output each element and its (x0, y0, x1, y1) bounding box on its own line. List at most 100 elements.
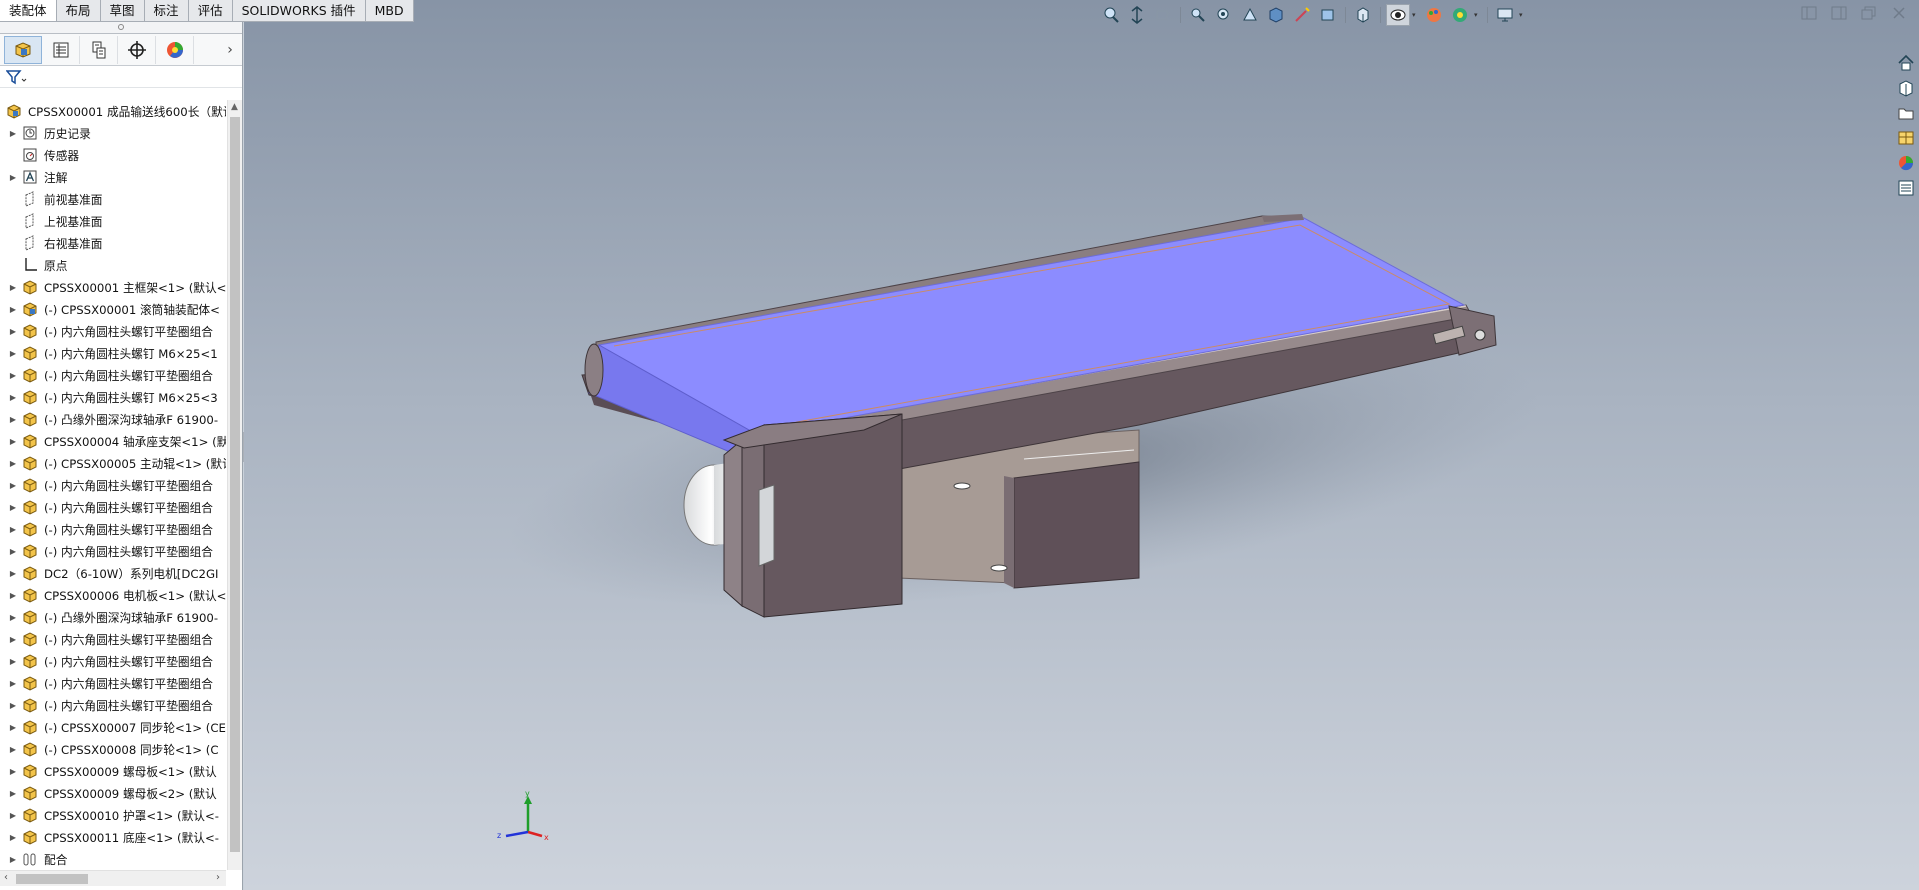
tab-sketch[interactable]: 草图 (100, 0, 145, 22)
expand-arrow-icon[interactable]: ▶ (6, 415, 20, 424)
tree-item[interactable]: ▶ 历史记录 (0, 122, 226, 144)
expand-arrow-icon[interactable]: ▶ (6, 833, 20, 842)
tree-item[interactable]: 原点 (0, 254, 226, 276)
tree-item[interactable]: ▶ (-) 内六角圆柱头螺钉平垫圈组合 (0, 628, 226, 650)
tree-item[interactable]: ▶ (-) 内六角圆柱头螺钉平垫圈组合 (0, 320, 226, 342)
restore-icon[interactable] (1861, 6, 1877, 20)
tile-right-icon[interactable] (1831, 6, 1847, 20)
chevron-right-icon[interactable]: › (218, 42, 242, 58)
tree-item[interactable]: 前视基准面 (0, 188, 226, 210)
apply-scene-button[interactable] (1351, 4, 1375, 26)
expand-arrow-icon[interactable]: ▶ (6, 591, 20, 600)
tree-item[interactable]: ▶ 配合 (0, 848, 226, 870)
tree-item[interactable]: ▶ CPSSX00011 底座<1> (默认<- (0, 826, 226, 848)
tab-addins[interactable]: SOLIDWORKS 插件 (232, 0, 366, 22)
expand-arrow-icon[interactable]: ▶ (6, 393, 20, 402)
tree-item[interactable]: ▶ CPSSX00009 螺母板<2> (默认 (0, 782, 226, 804)
expand-arrow-icon[interactable]: ▶ (6, 305, 20, 314)
expand-arrow-icon[interactable]: ▶ (6, 481, 20, 490)
tab-markup[interactable]: 标注 (144, 0, 189, 22)
tree-item[interactable]: ▶ (-) 内六角圆柱头螺钉平垫圈组合 (0, 540, 226, 562)
display-style-button[interactable] (1264, 4, 1288, 26)
expand-arrow-icon[interactable]: ▶ (6, 569, 20, 578)
expand-arrow-icon[interactable]: ▶ (6, 173, 20, 182)
tree-item[interactable]: ▶ CPSSX00001 主框架<1> (默认< (0, 276, 226, 298)
design-library-button[interactable] (1895, 77, 1917, 99)
expand-arrow-icon[interactable]: ▶ (6, 701, 20, 710)
expand-arrow-icon[interactable]: ▶ (6, 789, 20, 798)
tree-item[interactable]: ▶ (-) CPSSX00005 主动辊<1> (默认 (0, 452, 226, 474)
vertical-scrollbar[interactable]: ▲ (227, 100, 242, 870)
tree-item[interactable]: ▶ (-) 内六角圆柱头螺钉平垫圈组合 (0, 474, 226, 496)
view-orientation-button[interactable] (1238, 4, 1262, 26)
tree-item[interactable]: ▶ (-) 内六角圆柱头螺钉 M6×25<3 (0, 386, 226, 408)
expand-arrow-icon[interactable]: ▶ (6, 349, 20, 358)
property-manager-tab[interactable] (42, 35, 80, 64)
edit-appearance-button[interactable] (1316, 4, 1340, 26)
tree-item[interactable]: ▶ (-) CPSSX00008 同步轮<1> (C (0, 738, 226, 760)
previous-view-button[interactable] (1151, 4, 1175, 26)
expand-arrow-icon[interactable]: ▶ (6, 371, 20, 380)
tree-item[interactable]: ▶ (-) 凸缘外圈深沟球轴承F 61900- (0, 408, 226, 430)
feature-manager-tab[interactable] (4, 35, 42, 64)
realview-button[interactable] (1422, 4, 1446, 26)
chevron-up-icon[interactable]: ▲ (231, 102, 238, 112)
monitor-button[interactable] (1493, 4, 1517, 26)
tab-assembly[interactable]: 装配体 (0, 0, 57, 22)
tree-item[interactable]: ▶ (-) 内六角圆柱头螺钉平垫圈组合 (0, 694, 226, 716)
view-settings-button[interactable] (1386, 4, 1410, 26)
tree-item[interactable]: 上视基准面 (0, 210, 226, 232)
configuration-manager-tab[interactable] (80, 35, 118, 64)
expand-arrow-icon[interactable]: ▶ (6, 459, 20, 468)
chevron-down-icon[interactable]: ▾ (1519, 11, 1527, 19)
expand-arrow-icon[interactable]: ▶ (6, 283, 20, 292)
chevron-left-icon[interactable]: ‹ (4, 872, 8, 883)
expand-arrow-icon[interactable]: ▶ (6, 635, 20, 644)
tree-item[interactable]: ▶ 注解 (0, 166, 226, 188)
home-button[interactable] (1895, 52, 1917, 74)
scrollbar-thumb[interactable] (16, 874, 88, 884)
tree-item[interactable]: ▶ (-) CPSSX00001 滚筒轴装配体< (0, 298, 226, 320)
expand-arrow-icon[interactable]: ▶ (6, 547, 20, 556)
dynamic-annotation-button[interactable] (1212, 4, 1236, 26)
tile-left-icon[interactable] (1801, 6, 1817, 20)
expand-arrow-icon[interactable]: ▶ (6, 129, 20, 138)
tree-item[interactable]: ▶ (-) 凸缘外圈深沟球轴承F 61900- (0, 606, 226, 628)
view-palette-button[interactable] (1895, 127, 1917, 149)
expand-arrow-icon[interactable]: ▶ (6, 525, 20, 534)
tree-item[interactable]: ▶ CPSSX00004 轴承座支架<1> (默 (0, 430, 226, 452)
chevron-down-icon[interactable]: ▾ (1474, 11, 1482, 19)
tree-filter[interactable] (0, 66, 242, 88)
zoom-to-area-button[interactable] (1125, 4, 1149, 26)
tree-item[interactable]: ▶ (-) 内六角圆柱头螺钉平垫圈组合 (0, 518, 226, 540)
expand-arrow-icon[interactable]: ▶ (6, 657, 20, 666)
expand-arrow-icon[interactable]: ▶ (6, 767, 20, 776)
tree-item[interactable]: ▶ CPSSX00006 电机板<1> (默认< (0, 584, 226, 606)
conveyor-model[interactable] (244, 0, 1919, 890)
scrollbar-thumb[interactable] (230, 117, 240, 852)
custom-properties-button[interactable] (1895, 177, 1917, 199)
tree-item[interactable]: ▶ CPSSX00010 护罩<1> (默认<- (0, 804, 226, 826)
file-explorer-button[interactable] (1895, 102, 1917, 124)
tree-item[interactable]: ▶ (-) 内六角圆柱头螺钉平垫圈组合 (0, 364, 226, 386)
expand-arrow-icon[interactable]: ▶ (6, 503, 20, 512)
tree-item[interactable]: 传感器 (0, 144, 226, 166)
expand-arrow-icon[interactable]: ▶ (6, 437, 20, 446)
zoom-to-fit-button[interactable] (1099, 4, 1123, 26)
horizontal-scrollbar[interactable]: ‹ › (0, 870, 226, 886)
display-manager-tab[interactable] (156, 35, 194, 64)
expand-arrow-icon[interactable]: ▶ (6, 613, 20, 622)
tree-item[interactable]: ▶ DC2（6-10W）系列电机[DC2GI (0, 562, 226, 584)
tree-item[interactable]: ▶ (-) 内六角圆柱头螺钉平垫圈组合 (0, 496, 226, 518)
dimxpert-manager-tab[interactable] (118, 35, 156, 64)
tree-root-item[interactable]: CPSSX00001 成品输送线600长（默认 (0, 100, 226, 122)
expand-arrow-icon[interactable]: ▶ (6, 327, 20, 336)
shadows-button[interactable] (1448, 4, 1472, 26)
tree-item[interactable]: 右视基准面 (0, 232, 226, 254)
tree-item[interactable]: ▶ (-) 内六角圆柱头螺钉 M6×25<1 (0, 342, 226, 364)
expand-arrow-icon[interactable]: ▶ (6, 855, 20, 864)
tree-item[interactable]: ▶ (-) 内六角圆柱头螺钉平垫圈组合 (0, 650, 226, 672)
expand-arrow-icon[interactable]: ▶ (6, 679, 20, 688)
tree-item[interactable]: ▶ (-) CPSSX00007 同步轮<1> (CE (0, 716, 226, 738)
tab-evaluate[interactable]: 评估 (188, 0, 233, 22)
